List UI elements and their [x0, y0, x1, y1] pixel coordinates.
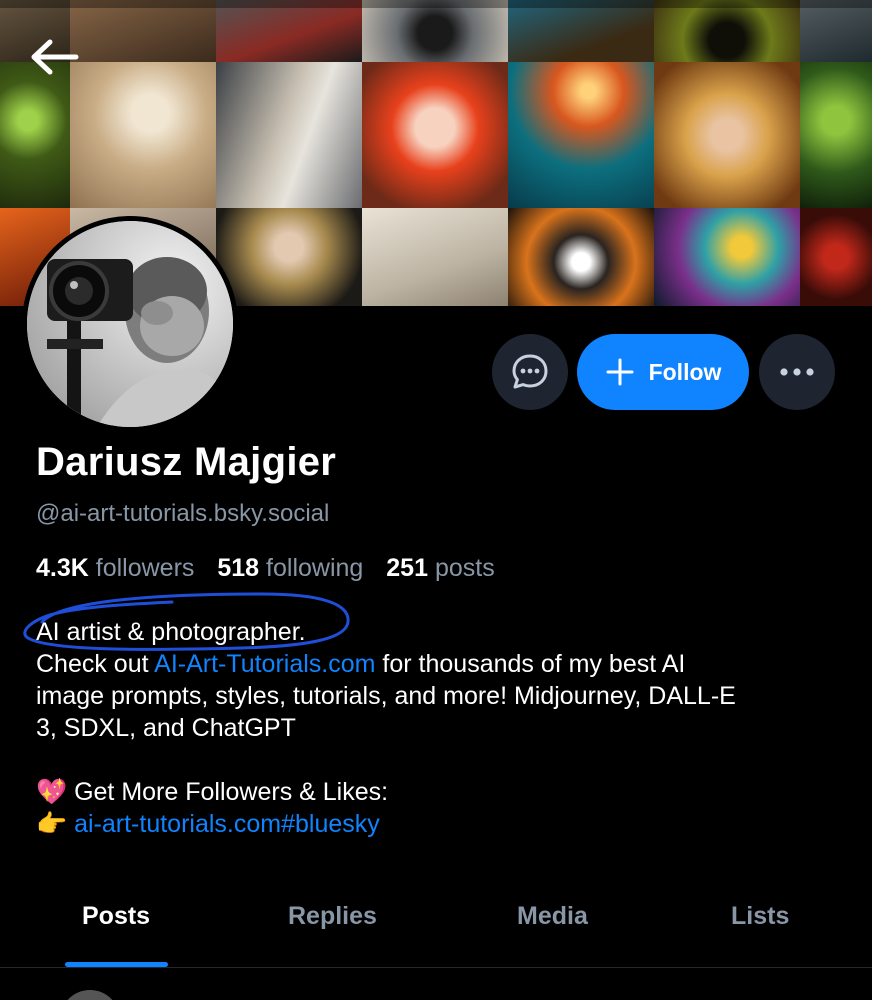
pointing-hand-emoji-icon: 👉	[36, 810, 68, 838]
bio-line: Check out AI-Art-Tutorials.com for thous…	[36, 648, 836, 680]
following-label: following	[266, 554, 364, 582]
banner-tile	[362, 62, 508, 208]
banner-tile	[508, 208, 654, 306]
tab-lists[interactable]: Lists	[731, 902, 789, 931]
banner-tile	[0, 62, 70, 208]
banner-tile	[216, 62, 362, 208]
message-button[interactable]	[492, 334, 568, 410]
bio-line: AI artist & photographer.	[36, 618, 306, 646]
bio-text: Check out	[36, 650, 155, 678]
followers-stat[interactable]: 4.3K followers	[36, 554, 194, 582]
posts-stat: 251 posts	[386, 554, 494, 582]
post-author-avatar[interactable]	[60, 990, 120, 1000]
chat-bubble-icon	[512, 354, 548, 389]
banner-tile	[362, 0, 508, 62]
banner-tile	[70, 62, 216, 208]
bio-line: 👉 ai-art-tutorials.com#bluesky	[36, 808, 836, 840]
banner-tile	[800, 0, 872, 62]
followers-count: 4.3K	[36, 554, 89, 582]
following-stat[interactable]: 518 following	[217, 554, 363, 582]
plus-icon	[606, 358, 634, 386]
banner-tile	[800, 208, 872, 306]
heart-emoji-icon: 💖	[36, 778, 68, 806]
banner-tile	[216, 0, 362, 62]
banner-tile	[654, 208, 800, 306]
tab-media[interactable]: Media	[517, 902, 588, 931]
avatar[interactable]	[22, 216, 238, 432]
bio-link[interactable]: ai-art-tutorials.com#bluesky	[74, 810, 380, 838]
banner-tile	[216, 208, 362, 306]
bio-line: 💖 Get More Followers & Likes:	[36, 776, 836, 808]
banner-tile	[654, 0, 800, 62]
profile-tabs: Posts Replies Media Lists	[0, 880, 872, 968]
tab-replies[interactable]: Replies	[288, 902, 377, 931]
bio-line: 3, SDXL, and ChatGPT	[36, 714, 296, 742]
status-bar-shade	[0, 0, 872, 8]
avatar-photo	[27, 221, 233, 427]
display-name: Dariusz Majgier	[36, 440, 337, 484]
bio-text: for thousands of my best AI	[375, 650, 686, 678]
profile-bio: AI artist & photographer. Check out AI-A…	[36, 616, 836, 840]
banner-tile	[70, 0, 216, 62]
bio-spacer	[36, 744, 836, 776]
more-options-button[interactable]	[759, 334, 835, 410]
posts-label: posts	[434, 554, 495, 582]
banner-tile	[800, 62, 872, 208]
back-arrow-icon	[31, 39, 79, 75]
bio-text: Get More Followers & Likes:	[67, 778, 389, 806]
bio-link[interactable]: AI-Art-Tutorials.com	[154, 650, 375, 678]
following-count: 518	[217, 554, 260, 582]
follow-button-label: Follow	[648, 358, 722, 385]
posts-count: 251	[386, 554, 428, 582]
banner-tile	[654, 62, 800, 208]
back-button[interactable]	[28, 38, 82, 76]
tab-posts[interactable]: Posts	[82, 902, 150, 931]
banner-tile	[362, 208, 508, 306]
profile-stats: 4.3K followers 518 following 251 posts	[36, 554, 495, 583]
more-dots-icon	[780, 368, 814, 376]
active-tab-indicator	[65, 962, 168, 967]
banner-tile	[508, 62, 654, 208]
bio-line: image prompts, styles, tutorials, and mo…	[36, 682, 736, 710]
user-handle[interactable]: @ai-art-tutorials.bsky.social	[36, 500, 329, 528]
followers-label: followers	[95, 554, 195, 582]
follow-button[interactable]: Follow	[577, 334, 749, 410]
banner-tile	[508, 0, 654, 62]
